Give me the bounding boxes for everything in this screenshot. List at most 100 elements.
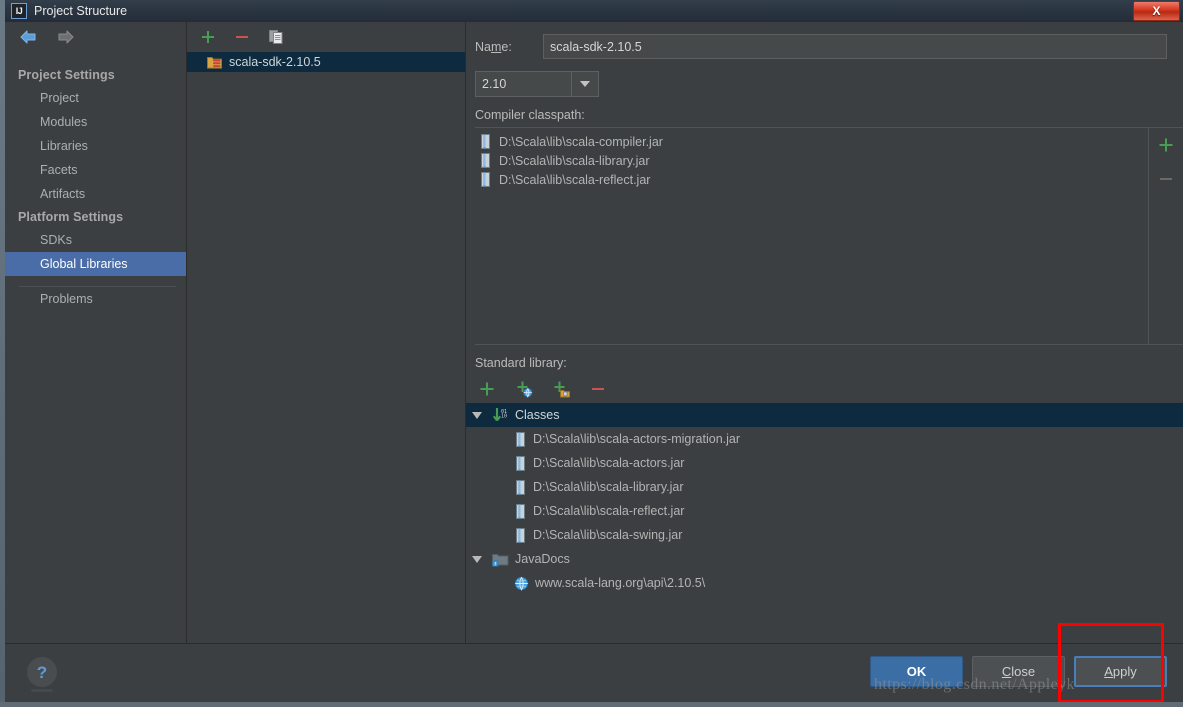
compiler-classpath-list: D:\Scala\lib\scala-compiler.jar D:\Scala…	[475, 128, 1148, 344]
tree-leaf-label: D:\Scala\lib\scala-swing.jar	[533, 528, 683, 542]
jar-file-icon	[479, 153, 492, 168]
standard-library-label: Standard library:	[475, 356, 567, 370]
list-item-label: D:\Scala\lib\scala-library.jar	[499, 153, 650, 168]
library-list-panel: scala-sdk-2.10.5	[187, 22, 466, 643]
list-item[interactable]: D:\Scala\lib\scala-reflect.jar	[475, 170, 1148, 189]
tree-leaf[interactable]: D:\Scala\lib\scala-reflect.jar	[466, 499, 1183, 523]
tree-leaf[interactable]: D:\Scala\lib\scala-library.jar	[466, 475, 1183, 499]
triangle-down-icon[interactable]	[472, 555, 482, 563]
sidebar-item-libraries[interactable]: Libraries	[5, 134, 186, 158]
list-item-label: scala-sdk-2.10.5	[229, 55, 321, 69]
name-field-row: Name:	[466, 22, 1183, 59]
triangle-down-icon[interactable]	[472, 411, 482, 419]
scala-version-select[interactable]: 2.10	[475, 71, 599, 97]
close-button[interactable]: Close	[972, 656, 1065, 687]
sidebar-group-platform-settings: Platform Settings	[18, 210, 124, 224]
jar-file-icon	[514, 503, 527, 519]
jar-file-icon	[479, 134, 492, 149]
sidebar-item-artifacts[interactable]: Artifacts	[5, 182, 186, 206]
copy-library-button[interactable]	[267, 28, 285, 46]
tree-leaf-label: D:\Scala\lib\scala-actors.jar	[533, 456, 685, 470]
close-window-button[interactable]: X	[1133, 1, 1180, 21]
intellij-idea-logo-icon: IJ	[11, 3, 27, 19]
add-library-button[interactable]	[199, 28, 217, 46]
jar-file-icon	[514, 455, 527, 471]
tree-leaf[interactable]: www.scala-lang.org\api\2.10.5\	[466, 571, 1183, 595]
project-structure-dialog: IJ Project Structure X Project Settings …	[5, 0, 1183, 707]
compiler-classpath-panel: D:\Scala\lib\scala-compiler.jar D:\Scala…	[475, 127, 1183, 345]
dialog-body: Project Settings Project Modules Librari…	[5, 22, 1183, 643]
sidebar-group-project-settings: Project Settings	[18, 68, 115, 82]
tree-leaf[interactable]: D:\Scala\lib\scala-actors-migration.jar	[466, 427, 1183, 451]
sidebar-item-problems[interactable]: Problems	[5, 287, 186, 311]
list-item[interactable]: scala-sdk-2.10.5	[187, 52, 465, 72]
name-input[interactable]	[543, 34, 1167, 59]
tree-node-javadocs[interactable]: J JavaDocs	[466, 547, 1183, 571]
compiler-classpath-side-toolbar	[1148, 128, 1183, 344]
jar-file-icon	[514, 527, 527, 543]
list-item-label: D:\Scala\lib\scala-reflect.jar	[499, 172, 651, 187]
remove-library-button[interactable]	[233, 28, 251, 46]
name-label: Name:	[475, 39, 512, 54]
library-detail-panel: Name: 2.10 Compiler classpath:	[466, 22, 1183, 643]
tree-leaf[interactable]: D:\Scala\lib\scala-swing.jar	[466, 523, 1183, 547]
scala-library-folder-icon	[207, 55, 222, 69]
window-title-bar: IJ Project Structure X	[5, 0, 1183, 22]
apply-button-label: Apply	[1104, 664, 1137, 679]
apply-button-wrapper: Apply	[1074, 656, 1167, 687]
dialog-button-bar: OK Close Apply	[870, 656, 1167, 687]
add-jar-directory-button[interactable]	[552, 380, 570, 398]
navigation-arrows	[5, 22, 186, 52]
scala-version-value: 2.10	[482, 77, 507, 91]
help-button-shadow	[31, 689, 53, 692]
chevron-down-icon[interactable]	[571, 72, 598, 96]
standard-library-toolbar	[466, 375, 1183, 403]
help-question-icon[interactable]: ?	[27, 657, 57, 687]
list-item-label: D:\Scala\lib\scala-compiler.jar	[499, 134, 663, 149]
tree-node-label: Classes	[515, 408, 560, 422]
remove-classpath-entry-button	[1157, 170, 1175, 188]
classes-root-icon: 01 10	[492, 407, 509, 423]
dialog-footer: ? OK Close Apply	[5, 643, 1183, 707]
sidebar-item-modules[interactable]: Modules	[5, 110, 186, 134]
title-bar-left: IJ Project Structure	[5, 3, 127, 19]
ok-button-label: OK	[906, 664, 927, 679]
globe-icon	[514, 576, 529, 591]
add-url-button[interactable]	[515, 380, 533, 398]
jar-file-icon	[514, 431, 527, 447]
sidebar-item-sdks[interactable]: SDKs	[5, 228, 186, 252]
sidebar-item-facets[interactable]: Facets	[5, 158, 186, 182]
remove-entry-button[interactable]	[589, 380, 607, 398]
close-x-icon: X	[1152, 4, 1161, 18]
compiler-classpath-label: Compiler classpath:	[475, 108, 585, 122]
library-list-toolbar	[187, 22, 465, 52]
svg-text:10: 10	[501, 413, 507, 419]
list-item[interactable]: D:\Scala\lib\scala-compiler.jar	[475, 132, 1148, 151]
tree-leaf-label: D:\Scala\lib\scala-library.jar	[533, 480, 684, 494]
add-entry-button[interactable]	[478, 380, 496, 398]
settings-sidebar: Project Settings Project Modules Librari…	[5, 22, 187, 643]
desktop-background-strip	[0, 702, 1183, 707]
javadoc-folder-icon: J	[492, 552, 509, 567]
window-title: Project Structure	[34, 4, 128, 18]
sidebar-item-global-libraries[interactable]: Global Libraries	[5, 252, 186, 276]
tree-leaf[interactable]: D:\Scala\lib\scala-actors.jar	[466, 451, 1183, 475]
arrow-right-icon	[54, 28, 76, 46]
tree-node-classes[interactable]: 01 10 Classes	[466, 403, 1183, 427]
close-button-label: Close	[1001, 664, 1036, 679]
scala-version-combo-wrap: 2.10	[466, 59, 1183, 97]
ok-button[interactable]: OK	[870, 656, 963, 687]
jar-file-icon	[479, 172, 492, 187]
add-classpath-entry-button[interactable]	[1157, 136, 1175, 154]
list-item[interactable]: D:\Scala\lib\scala-library.jar	[475, 151, 1148, 170]
sidebar-item-list: Project Settings Project Modules Librari…	[5, 52, 186, 311]
sidebar-item-project[interactable]: Project	[5, 86, 186, 110]
tree-leaf-label: D:\Scala\lib\scala-actors-migration.jar	[533, 432, 741, 446]
svg-text:J: J	[494, 561, 496, 567]
tree-leaf-label: D:\Scala\lib\scala-reflect.jar	[533, 504, 685, 518]
jar-file-icon	[514, 479, 527, 495]
arrow-left-icon[interactable]	[18, 28, 40, 46]
apply-button[interactable]: Apply	[1074, 656, 1167, 687]
help-button-label: ?	[36, 662, 48, 682]
standard-library-tree: 01 10 Classes D:\Scala\lib\scala-actors-…	[466, 403, 1183, 643]
